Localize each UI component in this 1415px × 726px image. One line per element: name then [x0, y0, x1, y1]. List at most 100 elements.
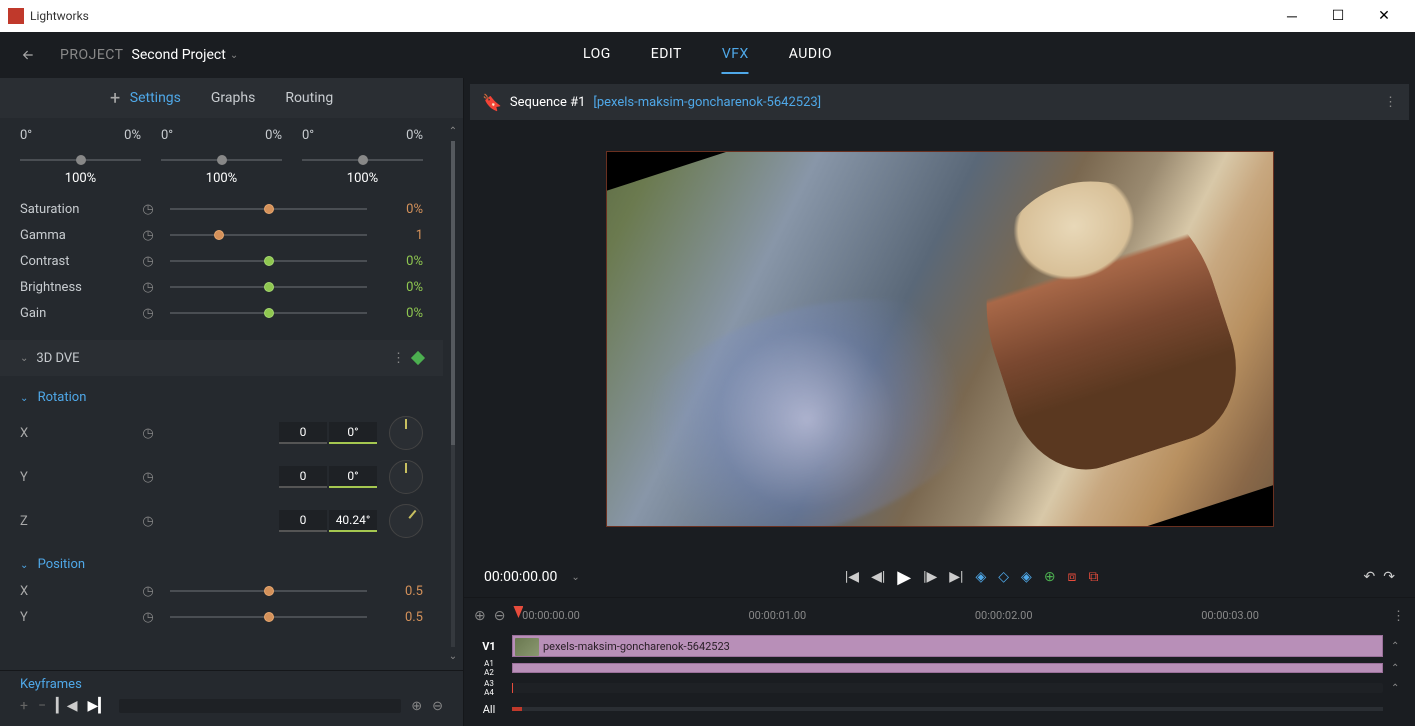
keyframe-stopwatch-icon[interactable]: ◷ — [140, 201, 156, 217]
undo-button[interactable]: ↶ — [1364, 569, 1376, 585]
color-wheel-highs[interactable]: 0°0% 100% — [302, 128, 423, 186]
rotation-y-dial[interactable] — [389, 460, 423, 494]
window-minimize-button[interactable]: ─ — [1269, 0, 1315, 32]
audio-track[interactable] — [512, 663, 1383, 673]
timeline-ruler[interactable]: 00:00:00.00 00:00:01.00 00:00:02.00 00:0… — [513, 606, 1384, 626]
keyframe-stopwatch-icon[interactable]: ◷ — [140, 513, 156, 529]
rotation-z-dial[interactable] — [389, 504, 423, 538]
window-maximize-button[interactable]: ☐ — [1315, 0, 1361, 32]
redo-button[interactable]: ↷ — [1383, 569, 1395, 585]
rotation-x-degrees-input[interactable] — [329, 422, 377, 444]
mark-out-button[interactable]: ◈ — [1021, 569, 1032, 585]
panel-tab-graphs[interactable]: Graphs — [211, 90, 255, 106]
delete-button[interactable]: ⧉ — [1088, 569, 1098, 585]
project-name[interactable]: Second Project — [132, 47, 226, 63]
slider[interactable] — [161, 159, 282, 161]
video-preview[interactable] — [464, 120, 1415, 557]
timecode-display[interactable]: 00:00:00.00 — [484, 569, 557, 585]
add-effect-button[interactable]: + — [110, 88, 120, 109]
panel-tab-settings[interactable]: Settings — [130, 90, 181, 106]
timeline-clip[interactable]: pexels-maksim-goncharenok-5642523 — [512, 635, 1383, 657]
keyframe-add-button[interactable]: + — [20, 698, 28, 714]
param-value[interactable]: 0.5 — [383, 584, 423, 599]
keyframe-stopwatch-icon[interactable]: ◷ — [140, 279, 156, 295]
chevron-up-icon[interactable]: ⌃ — [1391, 683, 1405, 694]
param-slider[interactable] — [170, 590, 367, 592]
step-back-button[interactable]: ◀| — [871, 569, 885, 585]
param-value[interactable]: 0% — [383, 280, 423, 295]
zoom-out-icon[interactable]: ⊖ — [432, 699, 443, 714]
tab-log[interactable]: LOG — [583, 36, 611, 74]
go-to-start-button[interactable]: |◀ — [845, 569, 859, 585]
section-3d-dve[interactable]: ⌄ 3D DVE ⋮ — [0, 340, 443, 376]
keyframe-stopwatch-icon[interactable]: ◷ — [140, 609, 156, 625]
section-menu-icon[interactable]: ⋮ — [392, 351, 405, 366]
param-value[interactable]: 0% — [383, 202, 423, 217]
keyframe-stopwatch-icon[interactable]: ◷ — [140, 227, 156, 243]
mark-in-button[interactable]: ◈ — [975, 569, 986, 585]
tab-vfx[interactable]: VFX — [722, 36, 749, 74]
subsection-rotation[interactable]: ⌄ Rotation — [0, 376, 443, 411]
keyframe-prev-button[interactable]: ▎◀ — [56, 698, 78, 714]
rotation-z-turns-input[interactable] — [279, 510, 327, 532]
param-value[interactable]: 1 — [383, 228, 423, 243]
tab-edit[interactable]: EDIT — [651, 36, 682, 74]
keyframe-stopwatch-icon[interactable]: ◷ — [140, 425, 156, 441]
track-label[interactable]: V1 — [474, 640, 504, 653]
track-label[interactable]: A1A2 — [474, 659, 504, 677]
rotation-x-dial[interactable] — [389, 416, 423, 450]
keyframe-remove-button[interactable]: − — [38, 698, 46, 714]
track-label[interactable]: All — [474, 703, 504, 716]
rotation-y-turns-input[interactable] — [279, 466, 327, 488]
color-wheel-mids[interactable]: 0°0% 100% — [161, 128, 282, 186]
keyframe-stopwatch-icon[interactable]: ◷ — [140, 583, 156, 599]
back-button[interactable] — [16, 43, 40, 67]
rotation-z-degrees-input[interactable] — [329, 510, 377, 532]
slider[interactable] — [20, 159, 141, 161]
param-slider[interactable] — [170, 616, 367, 618]
param-slider[interactable] — [170, 312, 367, 314]
step-forward-button[interactable]: |▶ — [923, 569, 937, 585]
settings-scrollbar[interactable]: ⌃ ⌄ — [443, 118, 463, 670]
param-slider[interactable] — [170, 286, 367, 288]
param-value[interactable]: 0% — [383, 254, 423, 269]
keyframe-stopwatch-icon[interactable]: ◷ — [140, 305, 156, 321]
param-value[interactable]: 0.5 — [383, 610, 423, 625]
chevron-up-icon[interactable]: ⌃ — [1391, 663, 1405, 674]
rotation-y-degrees-input[interactable] — [329, 466, 377, 488]
param-value[interactable]: 0% — [383, 306, 423, 321]
subsection-position[interactable]: ⌄ Position — [0, 543, 443, 578]
clip-name[interactable]: [pexels-maksim-goncharenok-5642523] — [593, 95, 821, 110]
overview-track[interactable] — [512, 707, 1383, 711]
project-dropdown-icon[interactable]: ⌄ — [230, 50, 238, 61]
slider[interactable] — [302, 159, 423, 161]
preview-menu-icon[interactable]: ⋮ — [1384, 95, 1397, 110]
remove-button[interactable]: ⧈ — [1068, 569, 1077, 585]
tab-audio[interactable]: AUDIO — [789, 36, 832, 74]
panel-tab-routing[interactable]: Routing — [285, 90, 333, 106]
timeline-zoom-in-icon[interactable]: ⊕ — [474, 608, 486, 624]
insert-button[interactable]: ⊕ — [1044, 569, 1056, 585]
audio-track[interactable] — [512, 683, 1383, 693]
timecode-dropdown-icon[interactable]: ⌄ — [571, 572, 579, 583]
param-slider[interactable] — [170, 208, 367, 210]
timeline-clip[interactable] — [512, 663, 1383, 673]
track-label[interactable]: A3A4 — [474, 679, 504, 697]
timeline-zoom-out-icon[interactable]: ⊖ — [494, 608, 506, 624]
keyframe-track[interactable] — [119, 699, 401, 713]
play-button[interactable]: ▶ — [897, 567, 911, 588]
param-slider[interactable] — [170, 260, 367, 262]
chevron-up-icon[interactable]: ⌃ — [1391, 641, 1405, 652]
timeline-menu-icon[interactable]: ⋮ — [1392, 609, 1405, 624]
video-track[interactable]: pexels-maksim-goncharenok-5642523 — [512, 635, 1383, 657]
effect-enabled-indicator[interactable] — [411, 351, 425, 365]
window-close-button[interactable]: ✕ — [1361, 0, 1407, 32]
scroll-down-icon[interactable]: ⌄ — [449, 651, 457, 662]
keyframe-stopwatch-icon[interactable]: ◷ — [140, 469, 156, 485]
scroll-up-icon[interactable]: ⌃ — [449, 126, 457, 137]
color-wheel-shadows[interactable]: 0°0% 100% — [20, 128, 141, 186]
param-slider[interactable] — [170, 234, 367, 236]
bookmark-icon[interactable]: 🔖 — [482, 93, 502, 112]
go-to-end-button[interactable]: ▶| — [949, 569, 963, 585]
keyframe-next-button[interactable]: ▶▎ — [88, 698, 110, 714]
